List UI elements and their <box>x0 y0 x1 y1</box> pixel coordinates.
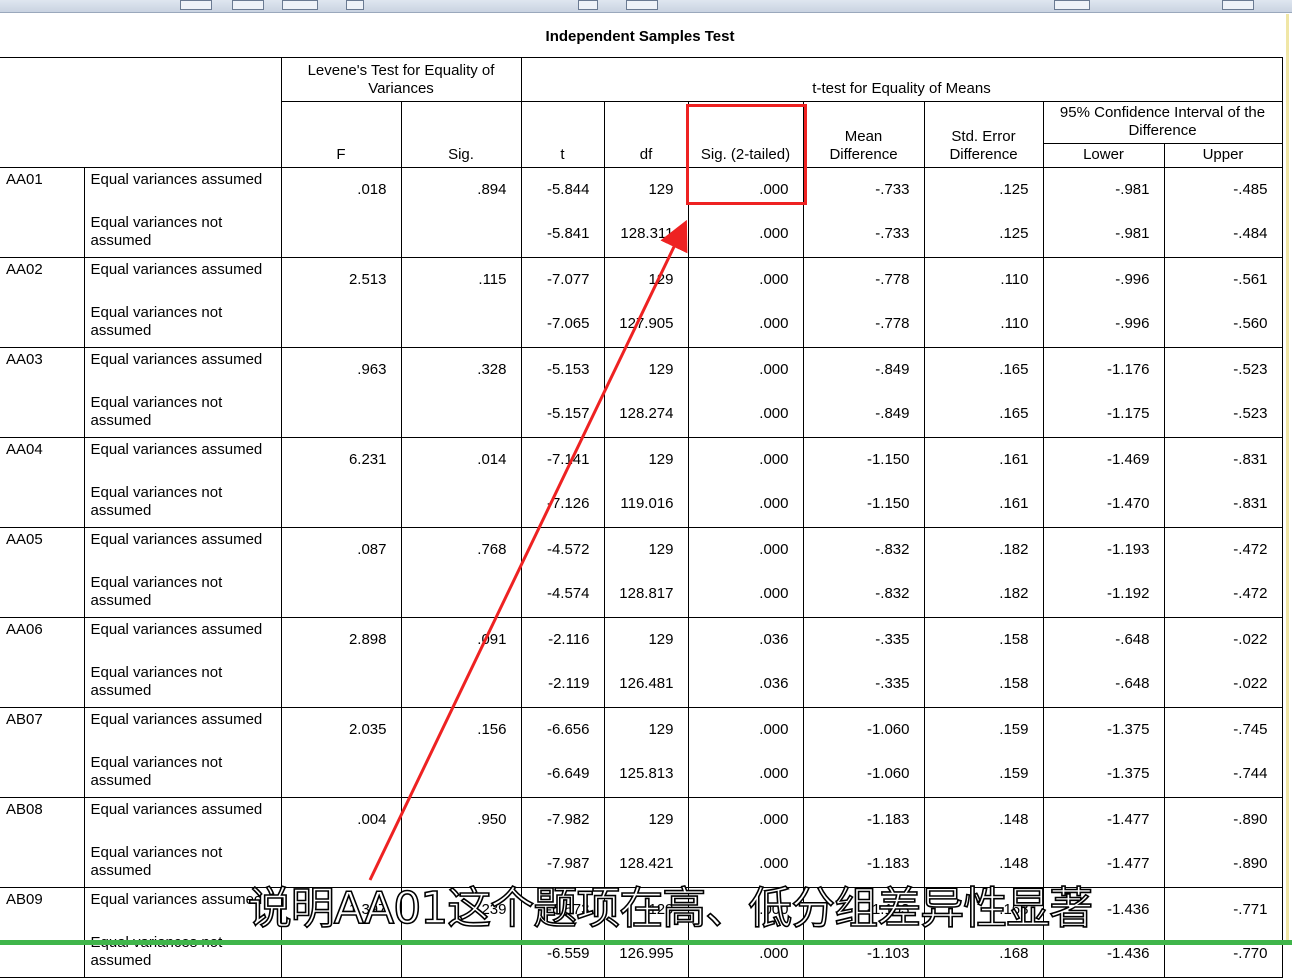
video-caption: 说明AA01这个题项在高、低分组差异性显著 <box>247 882 1094 935</box>
annotation-arrow <box>368 219 688 881</box>
progress-bar <box>0 940 1292 945</box>
